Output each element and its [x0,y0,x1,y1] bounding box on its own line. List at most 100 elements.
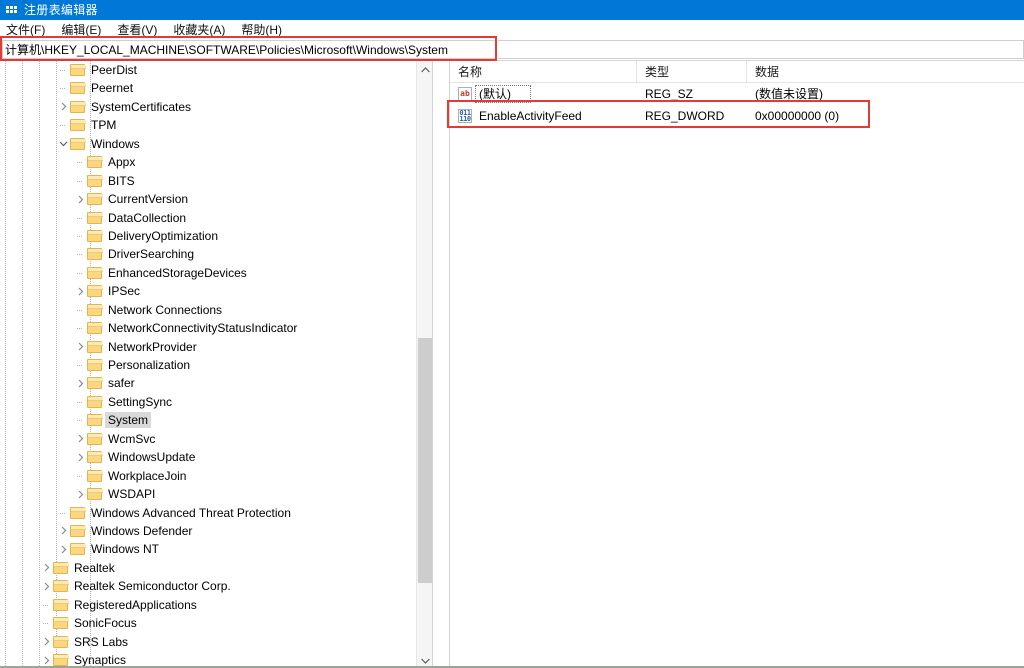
tree-item-settingsync[interactable]: SettingSync [0,393,432,411]
chevron-down-icon[interactable] [56,135,70,153]
tree-item-windows-nt[interactable]: Windows NT [0,540,432,558]
tree-item-system[interactable]: System [0,411,432,429]
tree-item-systemcertificates[interactable]: SystemCertificates [0,98,432,116]
tree-item-label: TPM [91,118,117,133]
tree-item-deliveryoptimization[interactable]: DeliveryOptimization [0,227,432,245]
menu-favorites[interactable]: 收藏夹(A) [173,21,235,38]
tree-item-label: SystemCertificates [91,99,192,114]
tree-item-label: DriverSearching [108,247,195,262]
chevron-right-icon[interactable] [73,448,87,466]
tree-leaf-tick [77,420,83,422]
tree-item-enhancedstoragedevices[interactable]: EnhancedStorageDevices [0,264,432,282]
folder-icon [87,229,103,242]
tree-item-label: CurrentVersion [108,192,189,207]
tree-item-bits[interactable]: BITS [0,172,432,190]
tree-leaf-tick [77,401,83,403]
tree-leaf-tick [60,125,66,127]
tree-item-wcmsvc[interactable]: WcmSvc [0,430,432,448]
tree-item-windows-advanced-threat-protection[interactable]: Windows Advanced Threat Protection [0,504,432,522]
tree-item-networkprovider[interactable]: NetworkProvider [0,338,432,356]
chevron-right-icon[interactable] [73,338,87,356]
tree-item-label: WindowsUpdate [108,450,196,465]
tree-item-srs-labs[interactable]: SRS Labs [0,633,432,651]
tree-item-sonicfocus[interactable]: SonicFocus [0,614,432,632]
folder-icon [53,561,69,574]
tree-item-peernet[interactable]: Peernet [0,79,432,97]
tree-item-datacollection[interactable]: DataCollection [0,209,432,227]
address-bar-filler [498,40,1024,59]
chevron-right-icon[interactable] [56,522,70,540]
folder-icon [87,432,103,445]
tree-item-appx[interactable]: Appx [0,153,432,171]
tree-item-label: WSDAPI [108,487,156,502]
column-header-data[interactable]: 数据 [747,61,1024,83]
address-bar-input[interactable]: 计算机\HKEY_LOCAL_MACHINE\SOFTWARE\Policies… [2,40,496,59]
table-row[interactable]: 011 110 EnableActivityFeed REG_DWORD 0x0… [450,105,1024,127]
tree-item-peerdist[interactable]: PeerDist [0,61,432,79]
chevron-right-icon[interactable] [39,633,53,651]
scroll-thumb[interactable] [418,338,432,583]
registry-tree[interactable]: PeerDist Peernet SystemCertificates TPM Wind… [0,61,432,668]
tree-item-label: Windows Advanced Threat Protection [91,505,291,520]
menu-view[interactable]: 查看(V) [117,21,167,38]
folder-icon [53,635,69,648]
tree-item-realtek[interactable]: Realtek [0,559,432,577]
tree-item-label: Realtek [74,560,115,575]
folder-icon [70,82,86,95]
tree-item-label: Peernet [91,81,134,96]
table-row[interactable]: ab (默认) REG_SZ (数值未设置) [450,83,1024,105]
tree-item-label: Network Connections [108,302,223,317]
tree-leaf-tick [77,180,83,182]
tree-leaf-tick [43,604,49,606]
chevron-right-icon[interactable] [73,190,87,208]
chevron-right-icon[interactable] [73,374,87,392]
chevron-right-icon[interactable] [56,540,70,558]
registry-tree-pane: PeerDist Peernet SystemCertificates TPM Wind… [0,60,449,668]
menu-edit[interactable]: 编辑(E) [61,21,111,38]
tree-item-label: IPSec [108,284,141,299]
folder-icon [87,174,103,187]
tree-leaf-tick [77,217,83,219]
folder-icon [53,598,69,611]
tree-item-windows-defender[interactable]: Windows Defender [0,522,432,540]
menu-file[interactable]: 文件(F) [6,21,55,38]
tree-item-ipsec[interactable]: IPSec [0,282,432,300]
tree-item-windowsupdate[interactable]: WindowsUpdate [0,448,432,466]
chevron-right-icon[interactable] [39,577,53,595]
tree-item-tpm[interactable]: TPM [0,116,432,134]
tree-item-driversearching[interactable]: DriverSearching [0,245,432,263]
tree-item-personalization[interactable]: Personalization [0,356,432,374]
chevron-right-icon[interactable] [73,282,87,300]
value-data: (数值未设置) [755,87,823,101]
tree-item-label: Personalization [108,358,191,372]
chevron-right-icon[interactable] [56,98,70,116]
folder-icon [53,654,69,666]
menu-help[interactable]: 帮助(H) [241,21,292,38]
registry-editor-window: 注册表编辑器 文件(F) 编辑(E) 查看(V) 收藏夹(A) 帮助(H) 计算… [0,0,1024,668]
chevron-right-icon[interactable] [73,485,87,503]
chevron-right-icon[interactable] [73,430,87,448]
tree-item-wsdapi[interactable]: WSDAPI [0,485,432,503]
chevron-right-icon[interactable] [39,559,53,577]
tree-item-registeredapplications[interactable]: RegisteredApplications [0,596,432,614]
tree-item-realtek-semiconductor-corp[interactable]: Realtek Semiconductor Corp. [0,577,432,595]
column-header-name[interactable]: 名称 [450,61,637,83]
folder-icon [53,617,69,630]
tree-item-label: PeerDist [91,63,138,77]
value-type: REG_SZ [645,87,694,101]
tree-item-currentversion[interactable]: CurrentVersion [0,190,432,208]
folder-icon [87,266,103,279]
scroll-up-arrow[interactable] [417,61,433,78]
column-header-type[interactable]: 类型 [637,61,747,83]
tree-item-label: NetworkConnectivityStatusIndicator [108,321,298,336]
tree-leaf-tick [43,623,49,625]
tree-item-workplacejoin[interactable]: WorkplaceJoin [0,467,432,485]
folder-icon [87,414,103,427]
tree-item-networkconnectivitystatusindicator[interactable]: NetworkConnectivityStatusIndicator [0,319,432,337]
tree-item-network-connections[interactable]: Network Connections [0,301,432,319]
tree-item-safer[interactable]: safer [0,374,432,392]
tree-item-label: WcmSvc [108,431,156,446]
folder-icon [70,543,86,556]
tree-vertical-scrollbar[interactable] [416,61,433,668]
tree-item-windows[interactable]: Windows [0,135,432,153]
